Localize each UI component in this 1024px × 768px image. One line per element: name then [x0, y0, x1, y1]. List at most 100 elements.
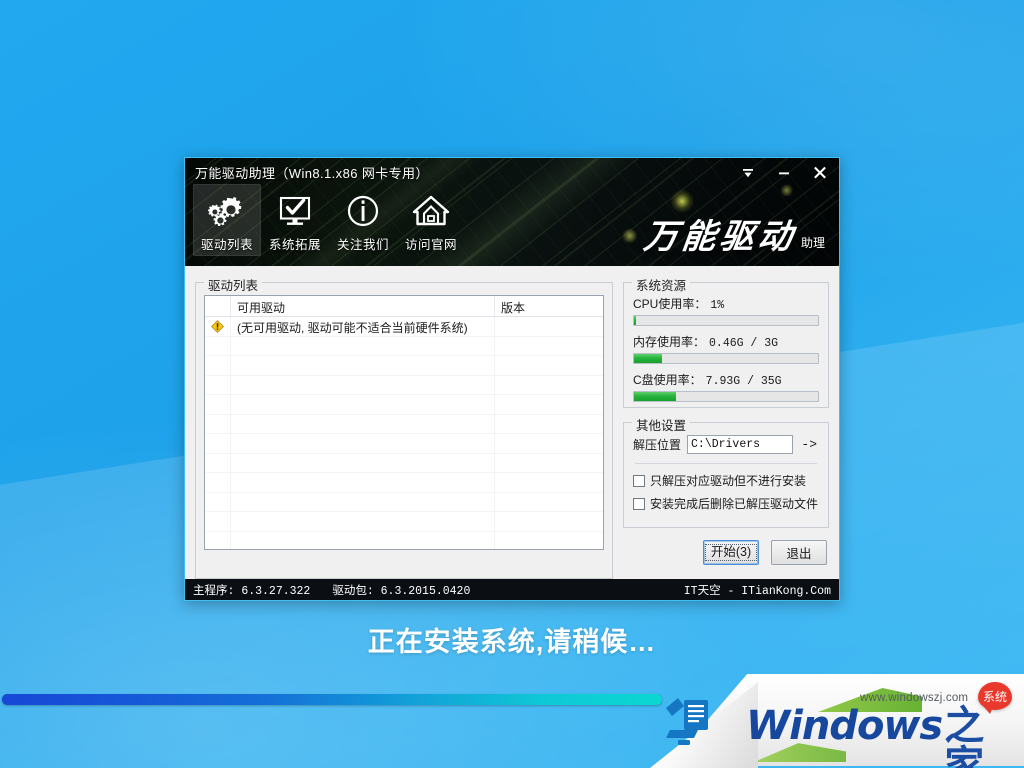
settings-divider: [635, 463, 817, 464]
row-driver-version: [495, 434, 603, 453]
watermark-brand: Windows 之家: [746, 706, 1024, 768]
row-driver-version: [495, 356, 603, 375]
row-status-cell: [205, 375, 231, 394]
checkbox-delete-after-install[interactable]: 安装完成后删除已解压驱动文件: [633, 495, 819, 512]
table-row-empty[interactable]: [205, 531, 603, 550]
row-driver-version: [495, 532, 603, 550]
driver-assistant-window: 万能驱动助理（Win8.1.x86 网卡专用） 驱动列表 系统拓展 关注我们 访…: [184, 157, 840, 601]
browse-arrow-icon[interactable]: ->: [799, 437, 819, 452]
tab-label: 访问官网: [404, 238, 457, 252]
driver-pack-value: 6.3.2015.0420: [380, 584, 471, 598]
tab-follow-us[interactable]: 关注我们: [329, 184, 397, 256]
table-row-empty[interactable]: [205, 375, 603, 395]
tab-driver-list[interactable]: 驱动列表: [193, 184, 261, 256]
disk-usage-block: C盘使用率： 7.93G / 35G: [633, 371, 819, 402]
table-row-empty[interactable]: [205, 336, 603, 356]
table-row-empty[interactable]: [205, 492, 603, 512]
row-driver-version: [495, 512, 603, 531]
extract-path-input[interactable]: C:\Drivers: [687, 435, 794, 454]
row-status-cell: [205, 453, 231, 472]
tab-label: 系统拓展: [268, 238, 321, 252]
close-icon[interactable]: [809, 163, 831, 183]
table-row-empty[interactable]: [205, 453, 603, 473]
table-row-empty[interactable]: [205, 512, 603, 532]
driver-list-group-title: 驱动列表: [204, 275, 263, 294]
watermark-brand-cn: 之家: [944, 704, 985, 768]
checkbox-extract-only[interactable]: 只解压对应驱动但不进行安装: [633, 472, 819, 489]
checkbox-label: 安装完成后删除已解压驱动文件: [650, 497, 819, 511]
brand-logo: 万能驱动 助理: [642, 217, 825, 257]
watermark-badge: 系统: [978, 682, 1012, 714]
exit-button-label: 退出: [786, 547, 812, 561]
row-driver-version: [495, 454, 603, 473]
row-driver-name: [231, 375, 495, 394]
table-row-empty[interactable]: [205, 434, 603, 454]
table-row-empty[interactable]: [205, 473, 603, 493]
minimize-icon[interactable]: [773, 163, 795, 183]
checkbox-box[interactable]: [633, 497, 645, 510]
table-row-empty[interactable]: [205, 356, 603, 376]
extract-path-label: 解压位置: [633, 438, 682, 452]
row-driver-version: [495, 376, 603, 395]
disk-usage-bar: [633, 391, 819, 402]
brand-sub-text: 助理: [800, 236, 825, 250]
header-gutter: [205, 296, 231, 316]
column-header-version[interactable]: 版本: [495, 296, 603, 316]
gears-icon: [204, 191, 250, 233]
row-driver-name: [231, 473, 495, 492]
main-program-version: 主程序: 6.3.27.322: [193, 582, 310, 598]
memory-usage-bar-fill: [634, 354, 662, 363]
checkbox-box[interactable]: [633, 474, 645, 487]
row-driver-name: [231, 453, 495, 472]
exit-button[interactable]: 退出: [771, 540, 827, 565]
install-progress-bar: [2, 694, 662, 705]
home-icon: [408, 191, 454, 233]
tab-visit-website[interactable]: 访问官网: [397, 184, 465, 256]
system-resources-title: 系统资源: [632, 275, 691, 294]
window-body: 驱动列表 可用驱动 版本 (无可用驱动, 驱动可能不适合当前硬件系统) 系统资源…: [185, 266, 839, 579]
row-driver-name: [231, 512, 495, 531]
main-program-label: 主程序:: [193, 584, 235, 598]
window-header: 万能驱动助理（Win8.1.x86 网卡专用） 驱动列表 系统拓展 关注我们 访…: [185, 158, 839, 266]
row-driver-version: [495, 493, 603, 512]
system-resources-group: 系统资源 CPU使用率： 1% 内存使用率： 0.46G / 3G C盘使用率： 7.…: [623, 275, 829, 408]
tab-system-extension[interactable]: 系统拓展: [261, 184, 329, 256]
row-driver-name: [231, 531, 495, 549]
cpu-usage-block: CPU使用率： 1%: [633, 295, 819, 326]
checkbox-label: 只解压对应驱动但不进行安装: [650, 474, 807, 488]
memory-usage-block: 内存使用率： 0.46G / 3G: [633, 333, 819, 364]
extract-path-row: 解压位置 C:\Drivers ->: [633, 435, 819, 454]
row-driver-name: [231, 336, 495, 355]
main-program-value: 6.3.27.322: [241, 584, 311, 598]
warning-icon: [211, 319, 224, 333]
status-bar: 主程序: 6.3.27.322 驱动包: 6.3.2015.0420 IT天空 …: [185, 579, 839, 600]
installing-status-text: 正在安装系统,请稍候…: [367, 627, 657, 657]
table-row-empty[interactable]: [205, 414, 603, 434]
table-row-empty[interactable]: [205, 395, 603, 415]
desktop-background: 万能驱动助理（Win8.1.x86 网卡专用） 驱动列表 系统拓展 关注我们 访…: [0, 0, 1024, 768]
memory-usage-label: 内存使用率： 0.46G / 3G: [633, 333, 819, 350]
window-title: 万能驱动助理（Win8.1.x86 网卡专用）: [195, 166, 429, 181]
row-driver-name: [231, 492, 495, 511]
window-controls: [737, 163, 831, 183]
driver-list-table[interactable]: 可用驱动 版本 (无可用驱动, 驱动可能不适合当前硬件系统): [204, 295, 604, 550]
table-row[interactable]: (无可用驱动, 驱动可能不适合当前硬件系统): [205, 317, 603, 337]
row-status-cell: [205, 492, 231, 511]
disk-usage-value: 7.93G / 35G: [705, 375, 782, 388]
right-column: 系统资源 CPU使用率： 1% 内存使用率： 0.46G / 3G C盘使用率： 7.…: [623, 275, 829, 579]
row-driver-version: [495, 337, 603, 356]
row-driver-name: (无可用驱动, 驱动可能不适合当前硬件系统): [231, 317, 495, 336]
disk-usage-bar-fill: [634, 392, 677, 401]
column-header-name[interactable]: 可用驱动: [231, 296, 495, 316]
cpu-usage-bar-fill: [634, 316, 636, 325]
row-status-cell: [205, 395, 231, 414]
collapse-arrow-icon[interactable]: [737, 163, 759, 183]
info-circle-icon: [340, 191, 386, 233]
cpu-usage-label: CPU使用率： 1%: [633, 295, 819, 312]
start-button-label: 开始(3): [704, 544, 758, 561]
start-button[interactable]: 开始(3): [703, 540, 759, 565]
watermark: Windows 之家 www.windowszj.com 系统: [650, 670, 1024, 768]
watermark-url: www.windowszj.com: [860, 692, 969, 704]
driver-pack-label: 驱动包:: [332, 584, 374, 598]
row-status-cell: [205, 473, 231, 492]
